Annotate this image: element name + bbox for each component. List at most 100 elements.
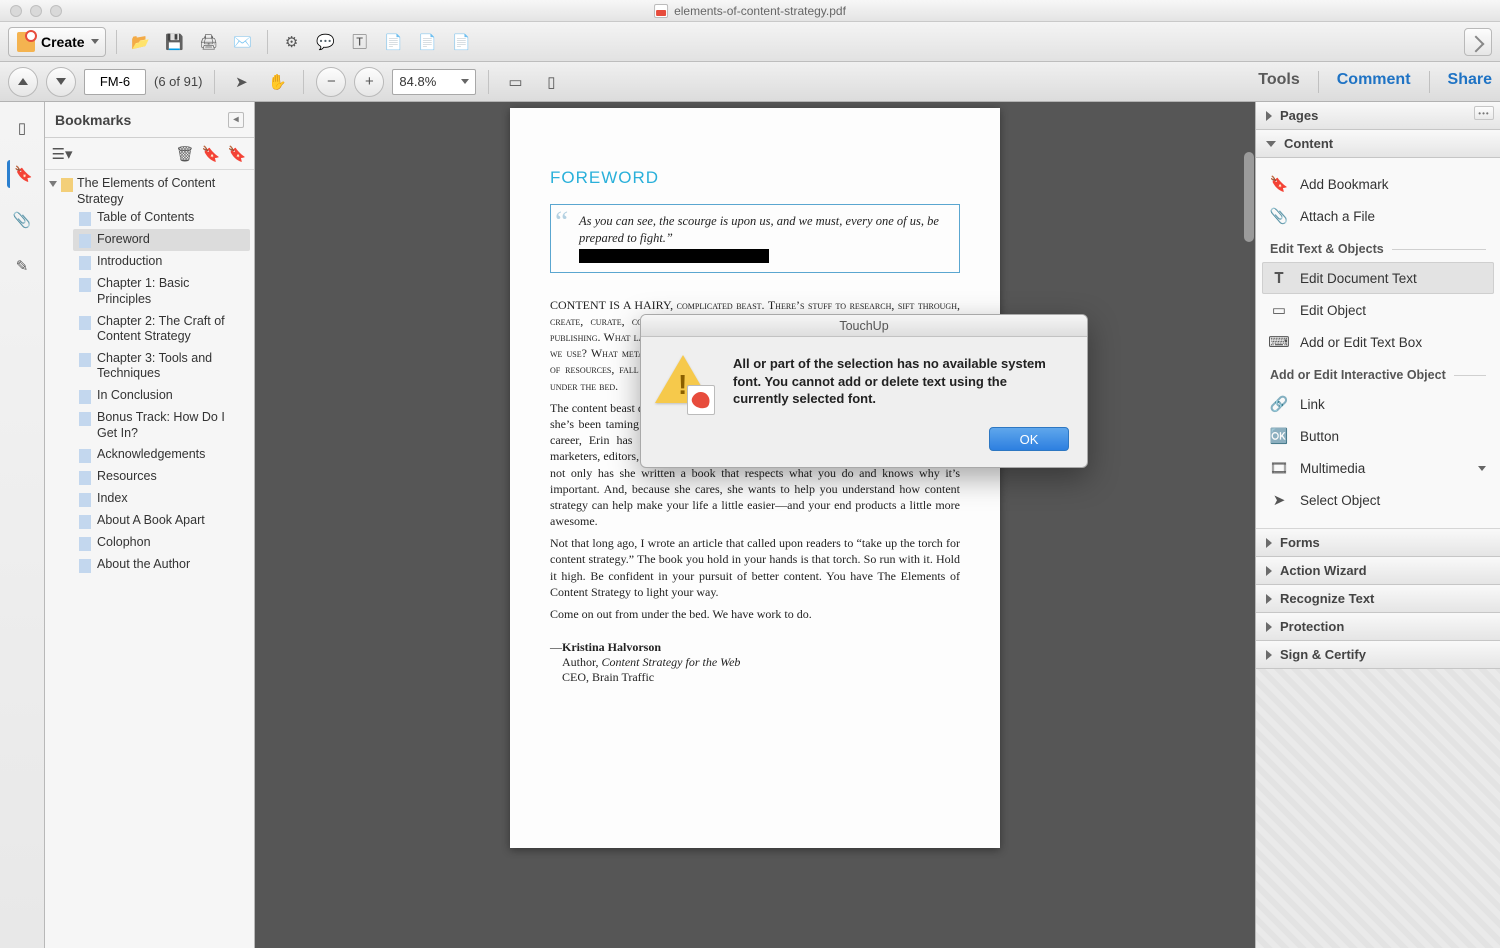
bookmarks-tree[interactable]: The Elements of Content Strategy Table o… — [45, 170, 254, 948]
dialog-ok-button[interactable]: OK — [989, 427, 1069, 451]
bookmark-item[interactable]: Foreword — [73, 229, 250, 251]
attachments-tab[interactable]: 📎 — [8, 206, 36, 234]
edit-object-item[interactable]: ▭Edit Object — [1256, 294, 1500, 326]
delete-page-button[interactable]: 📄 — [380, 28, 408, 56]
bookmark-item[interactable]: Table of Contents — [73, 207, 250, 229]
bookmark-item[interactable]: Index — [73, 488, 250, 510]
create-button[interactable]: Create — [8, 27, 106, 57]
bookmark-item[interactable]: Resources — [73, 466, 250, 488]
bookmark-label: About A Book Apart — [97, 513, 205, 529]
edit-document-text-item[interactable]: 𝐓Edit Document Text — [1262, 262, 1494, 294]
chevron-right-icon — [1266, 594, 1272, 604]
new-bookmark-from-struct-button[interactable]: 🔖 — [228, 145, 246, 163]
fit-page-button[interactable]: ▯ — [537, 68, 565, 96]
attach-file-item[interactable]: 📎Attach a File — [1256, 200, 1500, 232]
document-viewport[interactable]: FOREWORD “ As you can see, the scourge i… — [255, 102, 1255, 948]
page-up-button[interactable] — [8, 67, 38, 97]
fit-width-button[interactable]: ▭ — [501, 68, 529, 96]
zoom-window-button[interactable] — [50, 5, 62, 17]
bookmark-item[interactable]: About A Book Apart — [73, 510, 250, 532]
multimedia-item[interactable]: 🎞Multimedia — [1256, 452, 1500, 484]
select-object-item[interactable]: ➤Select Object — [1256, 484, 1500, 516]
scrollbar-thumb[interactable] — [1244, 152, 1254, 242]
bookmark-item[interactable]: Acknowledgements — [73, 444, 250, 466]
highlight-button[interactable]: 🅃 — [346, 28, 374, 56]
hand-tool-button[interactable]: ✋ — [263, 68, 291, 96]
expand-triangle-icon[interactable] — [49, 181, 57, 187]
delete-bookmark-button[interactable]: 🗑 — [176, 145, 194, 163]
add-bookmark-item[interactable]: 🔖Add Bookmark — [1256, 168, 1500, 200]
bookmark-root[interactable]: The Elements of Content Strategy — [47, 176, 250, 207]
select-tool-button[interactable]: ➤ — [227, 68, 255, 96]
create-pdf-icon — [17, 32, 35, 52]
open-button[interactable]: 📂 — [127, 28, 155, 56]
arrow-down-icon — [56, 78, 66, 85]
bookmark-label: In Conclusion — [97, 388, 173, 404]
tools-panel-toggle[interactable]: Tools — [1258, 71, 1299, 93]
bookmark-label: Table of Contents — [97, 210, 194, 226]
save-button[interactable]: 💾 — [161, 28, 189, 56]
quote-content: As you can see, the scourge is upon us, … — [579, 214, 939, 245]
touchup-dialog: TouchUp ! All or part of the selection h… — [640, 314, 1088, 468]
comment-panel-toggle[interactable]: Comment — [1337, 71, 1411, 93]
navigation-toolbar: (6 of 91) ➤ ✋ − + 84.8% ▭ ▯ Tools Commen… — [0, 62, 1500, 102]
bookmark-item[interactable]: About the Author — [73, 554, 250, 576]
link-item[interactable]: 🔗Link — [1256, 388, 1500, 420]
bookmark-item[interactable]: Chapter 2: The Craft of Content Strategy — [73, 311, 250, 348]
paperclip-icon: 📎 — [13, 211, 31, 229]
bookmarks-title: Bookmarks — [55, 112, 131, 128]
rotate-page-button[interactable]: 📄 — [414, 28, 442, 56]
signature-block: —Kristina Halvorson Author, Content Stra… — [550, 640, 960, 685]
bookmarks-tab[interactable]: 🔖 — [7, 160, 35, 188]
bookmarks-options-button[interactable]: ☰▾ — [53, 145, 71, 163]
close-window-button[interactable] — [10, 5, 22, 17]
chevron-down-icon — [1478, 466, 1486, 471]
accordion-pages[interactable]: Pages — [1256, 102, 1500, 130]
bookmark-item[interactable]: Introduction — [73, 251, 250, 273]
signature-icon: ✎ — [13, 257, 31, 275]
accordion-content[interactable]: Content — [1256, 130, 1500, 158]
signatures-tab[interactable]: ✎ — [8, 252, 36, 280]
bookmark-label: Introduction — [97, 254, 162, 270]
settings-button[interactable]: ⚙ — [278, 28, 306, 56]
accordion-protection[interactable]: Protection — [1256, 613, 1500, 641]
zoom-level-dropdown[interactable]: 84.8% — [392, 69, 476, 95]
accordion-recognize-text[interactable]: Recognize Text — [1256, 585, 1500, 613]
chevron-down-icon — [1266, 141, 1276, 147]
email-button[interactable]: ✉️ — [229, 28, 257, 56]
page-thumbnails-tab[interactable]: ▯ — [8, 114, 36, 142]
accordion-forms[interactable]: Forms — [1256, 529, 1500, 557]
separator — [214, 70, 215, 94]
bookmark-label: Acknowledgements — [97, 447, 205, 463]
arrow-up-icon — [18, 78, 28, 85]
tools-pane-menu-button[interactable]: ••• — [1474, 106, 1494, 120]
print-button[interactable]: 🖨 — [195, 28, 223, 56]
bookmarks-header: Bookmarks — [45, 102, 254, 138]
bookmark-item[interactable]: Colophon — [73, 532, 250, 554]
bookmark-item[interactable]: In Conclusion — [73, 385, 250, 407]
add-text-box-item[interactable]: ⌨Add or Edit Text Box — [1256, 326, 1500, 358]
quote-text: As you can see, the scourge is upon us, … — [579, 213, 947, 264]
tools-pane-filler — [1256, 669, 1500, 948]
accordion-sign-certify[interactable]: Sign & Certify — [1256, 641, 1500, 669]
bookmark-icon — [79, 537, 91, 551]
bookmark-item[interactable]: Chapter 3: Tools and Techniques — [73, 348, 250, 385]
typewriter-icon: ⌨ — [1270, 333, 1288, 351]
comment-bubble-button[interactable]: 💬 — [312, 28, 340, 56]
fullscreen-button[interactable] — [1464, 28, 1492, 56]
collapse-panel-button[interactable] — [228, 112, 244, 128]
minimize-window-button[interactable] — [30, 5, 42, 17]
bookmark-item[interactable]: Bonus Track: How Do I Get In? — [73, 407, 250, 444]
zoom-out-button[interactable]: − — [316, 67, 346, 97]
share-panel-toggle[interactable]: Share — [1448, 71, 1492, 93]
zoom-in-button[interactable]: + — [354, 67, 384, 97]
page-down-button[interactable] — [46, 67, 76, 97]
traffic-lights — [0, 5, 62, 17]
page-number-input[interactable] — [84, 69, 146, 95]
button-item[interactable]: 🆗Button — [1256, 420, 1500, 452]
accordion-action-wizard[interactable]: Action Wizard — [1256, 557, 1500, 585]
quote-box[interactable]: “ As you can see, the scourge is upon us… — [550, 204, 960, 273]
bookmark-item[interactable]: Chapter 1: Basic Principles — [73, 273, 250, 310]
new-bookmark-button[interactable]: 🔖 — [202, 145, 220, 163]
export-page-button[interactable]: 📄 — [448, 28, 476, 56]
